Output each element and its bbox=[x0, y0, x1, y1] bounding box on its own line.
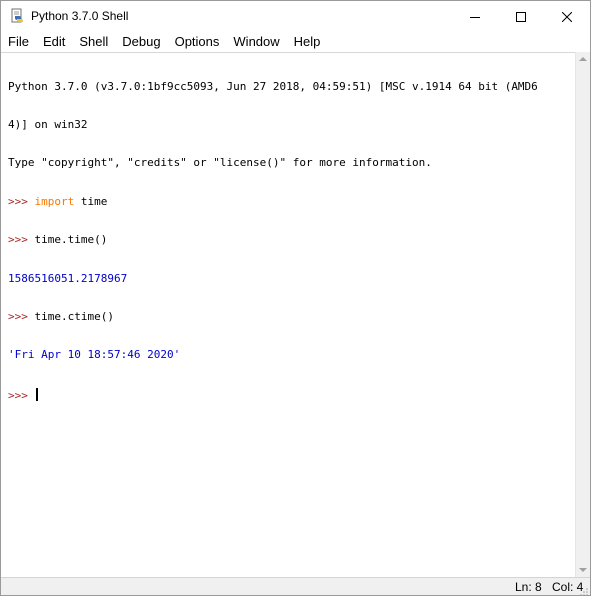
idle-shell-window: Python 3.7.0 Shell File Edit Shell Debug… bbox=[0, 0, 591, 596]
shell-prompt: >>> bbox=[8, 194, 35, 208]
close-icon bbox=[562, 11, 572, 22]
text-cursor bbox=[35, 387, 38, 401]
status-line-number: Ln: 8 bbox=[515, 580, 542, 594]
menu-file[interactable]: File bbox=[1, 32, 36, 52]
input-line: >>> import time bbox=[8, 194, 538, 209]
menu-options[interactable]: Options bbox=[168, 32, 227, 52]
active-input-line[interactable]: >>> bbox=[8, 387, 538, 402]
scroll-down-icon[interactable] bbox=[579, 568, 587, 572]
shell-prompt: >>> bbox=[8, 309, 35, 323]
banner-line: Python 3.7.0 (v3.7.0:1bf9cc5093, Jun 27 … bbox=[8, 79, 538, 93]
menu-edit[interactable]: Edit bbox=[36, 32, 72, 52]
keyword-import: import bbox=[34, 194, 75, 208]
python-idle-icon bbox=[9, 8, 25, 24]
shell-prompt: >>> bbox=[8, 233, 35, 247]
minimize-button[interactable] bbox=[452, 1, 498, 32]
command-text: time.ctime() bbox=[34, 309, 114, 323]
status-bar: Ln: 8 Col: 4 bbox=[1, 577, 590, 596]
menu-debug[interactable]: Debug bbox=[115, 32, 167, 52]
shell-text-area[interactable]: Python 3.7.0 (v3.7.0:1bf9cc5093, Jun 27 … bbox=[1, 52, 575, 577]
output-line: 'Fri Apr 10 18:57:46 2020' bbox=[8, 348, 181, 362]
command-text: time bbox=[74, 194, 108, 208]
vertical-scrollbar[interactable] bbox=[575, 52, 590, 577]
input-line: >>> time.ctime() bbox=[8, 309, 538, 324]
menu-window[interactable]: Window bbox=[226, 32, 286, 52]
input-line: >>> time.time() bbox=[8, 233, 538, 247]
shell-output: Python 3.7.0 (v3.7.0:1bf9cc5093, Jun 27 … bbox=[8, 55, 538, 426]
minimize-icon bbox=[470, 16, 480, 18]
maximize-icon bbox=[516, 11, 526, 22]
window-title: Python 3.7.0 Shell bbox=[31, 9, 129, 23]
banner-line: 4)] on win32 bbox=[8, 117, 88, 131]
maximize-button[interactable] bbox=[498, 1, 544, 32]
resize-grip-icon[interactable] bbox=[579, 584, 589, 596]
menu-help[interactable]: Help bbox=[287, 32, 328, 52]
menu-shell[interactable]: Shell bbox=[72, 32, 115, 52]
banner-line: Type "copyright", "credits" or "license(… bbox=[8, 156, 432, 170]
title-bar[interactable]: Python 3.7.0 Shell bbox=[1, 1, 590, 32]
close-button[interactable] bbox=[544, 1, 590, 32]
shell-prompt: >>> bbox=[8, 388, 35, 402]
command-text: time.time() bbox=[34, 233, 108, 247]
menu-bar: File Edit Shell Debug Options Window Hel… bbox=[1, 32, 590, 52]
output-line: 1586516051.2178967 bbox=[8, 271, 128, 285]
scroll-up-icon[interactable] bbox=[579, 57, 587, 61]
